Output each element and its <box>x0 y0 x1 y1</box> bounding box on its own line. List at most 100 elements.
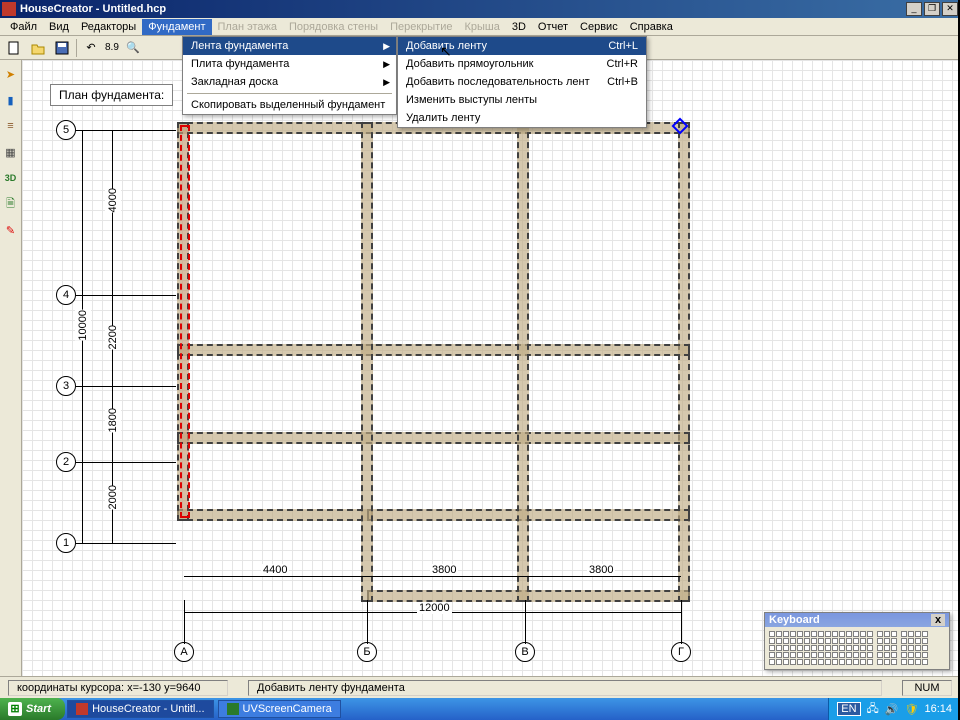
menu-bar: Файл Вид Редакторы Фундамент План этажа … <box>0 18 960 36</box>
start-button[interactable]: ⊞ Start <box>0 698 65 720</box>
menu-editors[interactable]: Редакторы <box>75 19 142 35</box>
open-file-button[interactable] <box>28 38 48 58</box>
dim-1800: 1800 <box>105 408 121 432</box>
taskbar: ⊞ Start HouseCreator - Untitl... UVScree… <box>0 698 960 720</box>
3d-tool-icon[interactable]: 3D <box>1 168 21 188</box>
taskbar-app-uvscreencamera[interactable]: UVScreenCamera <box>218 700 341 718</box>
save-file-button[interactable] <box>52 38 72 58</box>
wall-tool-icon[interactable]: ▦ <box>1 142 21 162</box>
submenu-add-strip[interactable]: Добавить ленту Ctrl+L <box>398 37 646 55</box>
menu-file[interactable]: Файл <box>4 19 43 35</box>
axis-bubble-b: Б <box>357 642 377 662</box>
scale-label: 8.9 <box>105 42 119 53</box>
menu-copy-selected[interactable]: Скопировать выделенный фундамент <box>183 96 396 114</box>
status-action: Добавить ленту фундамента <box>248 680 882 696</box>
zoom-button[interactable]: 🔍 <box>123 38 143 58</box>
axis-bubble-1: 1 <box>56 533 76 553</box>
side-toolbar: ➤ ▮ ≡ ▦ 3D 🗎 ✎ <box>0 60 22 676</box>
tray-clock[interactable]: 16:14 <box>924 703 952 715</box>
taskbar-app1-label: HouseCreator - Untitl... <box>92 703 204 715</box>
app-icon-small-2 <box>227 703 239 715</box>
canvas-area[interactable]: 5 4 3 2 1 А Б В Г 4000 2200 1800 2000 10… <box>22 60 960 676</box>
menu-foundation[interactable]: Фундамент <box>142 19 211 35</box>
minimize-button[interactable]: _ <box>906 2 922 16</box>
report-tool-icon[interactable]: 🗎 <box>1 194 21 214</box>
keyboard-title-label: Keyboard <box>769 614 820 626</box>
keyboard-main-block <box>769 631 873 665</box>
axis-bubble-d: Г <box>671 642 691 662</box>
submenu-edit-ledges[interactable]: Изменить выступы ленты <box>398 91 646 109</box>
submenu-add-seq-shortcut: Ctrl+B <box>607 76 638 88</box>
menu-floorplan[interactable]: План этажа <box>212 19 283 35</box>
edit-tool-icon[interactable]: ▮ <box>1 90 21 110</box>
taskbar-app2-label: UVScreenCamera <box>243 703 332 715</box>
axis-bubble-5: 5 <box>56 120 76 140</box>
tray-lang[interactable]: EN <box>837 702 860 716</box>
tray-volume-icon[interactable]: 🔊 <box>885 703 899 716</box>
pencil-tool-icon[interactable]: ✎ <box>1 220 21 240</box>
arrow-tool-icon[interactable]: ➤ <box>1 64 21 84</box>
keyboard-title-bar[interactable]: Keyboard x <box>765 613 949 627</box>
title-bar: HouseCreator - Untitled.hcp _ ❐ ✕ <box>0 0 960 18</box>
keyboard-nav-block <box>877 631 897 665</box>
status-coords: координаты курсора: х=-130 y=9640 <box>8 680 228 696</box>
dim-4400: 4400 <box>261 564 289 576</box>
menu-roof[interactable]: Крыша <box>458 19 505 35</box>
submenu-add-rect-shortcut: Ctrl+R <box>607 58 638 70</box>
layers-tool-icon[interactable]: ≡ <box>1 116 21 136</box>
taskbar-app-housecreator[interactable]: HouseCreator - Untitl... <box>67 700 213 718</box>
dim-3800b: 3800 <box>587 564 615 576</box>
dim-12000: 12000 <box>417 602 452 614</box>
dim-2200: 2200 <box>105 325 121 349</box>
status-bar: координаты курсора: х=-130 y=9640 Добави… <box>0 676 960 698</box>
window-title: HouseCreator - Untitled.hcp <box>20 3 906 15</box>
menu-view[interactable]: Вид <box>43 19 75 35</box>
close-button[interactable]: ✕ <box>942 2 958 16</box>
submenu-add-seq[interactable]: Добавить последовательность лент Ctrl+B <box>398 73 646 91</box>
submenu-add-strip-shortcut: Ctrl+L <box>608 40 638 52</box>
dim-10000: 10000 <box>75 310 91 341</box>
foundation-dropdown: Лента фундамента▶ Плита фундамента▶ Закл… <box>182 36 397 115</box>
strip-submenu: Добавить ленту Ctrl+L Добавить прямоугол… <box>397 36 647 128</box>
menu-copy-selected-label: Скопировать выделенный фундамент <box>191 99 385 111</box>
dim-2000: 2000 <box>105 485 121 509</box>
menu-slab-foundation-label: Плита фундамента <box>191 58 289 70</box>
axis-bubble-c: В <box>515 642 535 662</box>
menu-mortgage-board-label: Закладная доска <box>191 76 278 88</box>
submenu-delete-strip[interactable]: Удалить ленту <box>398 109 646 127</box>
menu-mortgage-board[interactable]: Закладная доска▶ <box>183 73 396 91</box>
keyboard-close-button[interactable]: x <box>931 614 945 626</box>
status-num: NUM <box>902 680 952 696</box>
dim-4000: 4000 <box>105 188 121 212</box>
submenu-add-seq-label: Добавить последовательность лент <box>406 76 590 88</box>
submenu-add-rect[interactable]: Добавить прямоугольник Ctrl+R <box>398 55 646 73</box>
undo-button[interactable]: ↶ <box>81 38 101 58</box>
menu-strip-foundation[interactable]: Лента фундамента▶ <box>183 37 396 55</box>
submenu-edit-ledges-label: Изменить выступы ленты <box>406 94 537 106</box>
system-tray[interactable]: EN 🖧 🔊 🛡 16:14 <box>828 698 960 720</box>
keyboard-body <box>765 627 949 669</box>
dim-3800a: 3800 <box>430 564 458 576</box>
axis-bubble-2: 2 <box>56 452 76 472</box>
menu-report[interactable]: Отчет <box>532 19 574 35</box>
menu-service[interactable]: Сервис <box>574 19 624 35</box>
menu-slab-foundation[interactable]: Плита фундамента▶ <box>183 55 396 73</box>
keyboard-numpad-block <box>901 631 928 665</box>
menu-slab[interactable]: Перекрытие <box>384 19 458 35</box>
submenu-delete-strip-label: Удалить ленту <box>406 112 480 124</box>
tray-network-icon[interactable]: 🖧 <box>867 700 879 719</box>
menu-help[interactable]: Справка <box>624 19 679 35</box>
windows-logo-icon: ⊞ <box>8 702 22 716</box>
new-file-button[interactable] <box>4 38 24 58</box>
grid-background <box>22 60 960 676</box>
start-label: Start <box>26 703 51 715</box>
menu-3d[interactable]: 3D <box>506 19 532 35</box>
keyboard-floating-window[interactable]: Keyboard x <box>764 612 950 670</box>
axis-bubble-3: 3 <box>56 376 76 396</box>
app-icon <box>2 2 16 16</box>
tray-shield-icon[interactable]: 🛡 <box>905 703 919 716</box>
submenu-add-strip-label: Добавить ленту <box>406 40 487 52</box>
restore-button[interactable]: ❐ <box>924 2 940 16</box>
menu-wallorder[interactable]: Порядовка стены <box>283 19 384 35</box>
axis-bubble-4: 4 <box>56 285 76 305</box>
